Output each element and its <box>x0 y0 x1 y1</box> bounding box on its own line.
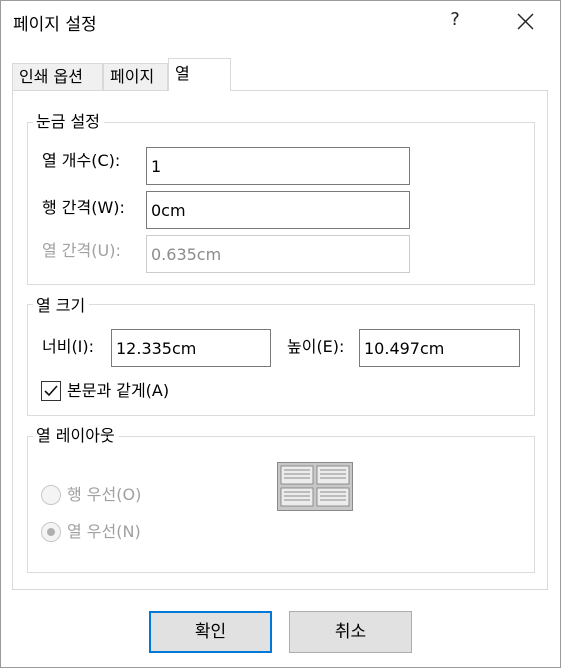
close-button[interactable] <box>509 6 541 38</box>
help-button[interactable]: ? <box>441 6 469 34</box>
row-first-radio: 행 우선(O) <box>41 484 171 506</box>
checkbox-box <box>41 381 61 401</box>
width-label: 너비(I): <box>42 337 95 356</box>
height-label: 높이(E): <box>287 337 345 356</box>
ok-button[interactable]: 확인 <box>149 611 272 653</box>
column-count-input[interactable] <box>146 147 410 185</box>
column-first-radio: 열 우선(N) <box>41 521 171 543</box>
radio-circle-selected <box>41 522 61 542</box>
height-input[interactable] <box>359 329 520 367</box>
column-layout-preview-icon <box>277 462 353 511</box>
width-input[interactable] <box>111 329 271 367</box>
column-size-legend: 열 크기 <box>33 296 90 316</box>
same-as-body-label: 본문과 같게(A) <box>67 381 170 400</box>
tab-page[interactable]: 페이지 <box>103 63 168 90</box>
column-spacing-input <box>146 235 410 273</box>
scale-settings-legend: 눈금 설정 <box>33 112 104 132</box>
dialog-title: 페이지 설정 <box>13 15 97 35</box>
column-count-label: 열 개수(C): <box>42 151 121 170</box>
checkmark-icon <box>44 385 58 397</box>
column-spacing-label: 열 간격(U): <box>42 241 121 260</box>
tab-columns[interactable]: 열 <box>168 58 231 91</box>
tab-print-options[interactable]: 인쇄 옵션 <box>12 63 103 90</box>
close-icon <box>517 13 534 30</box>
cancel-button[interactable]: 취소 <box>289 611 412 653</box>
column-layout-legend: 열 레이아웃 <box>33 426 119 446</box>
row-spacing-label: 행 간격(W): <box>42 198 125 217</box>
row-first-label: 행 우선(O) <box>67 485 142 504</box>
row-spacing-input[interactable] <box>146 191 410 229</box>
same-as-body-checkbox[interactable]: 본문과 같게(A) <box>41 380 191 402</box>
column-first-label: 열 우선(N) <box>67 522 141 541</box>
radio-circle <box>41 485 61 505</box>
